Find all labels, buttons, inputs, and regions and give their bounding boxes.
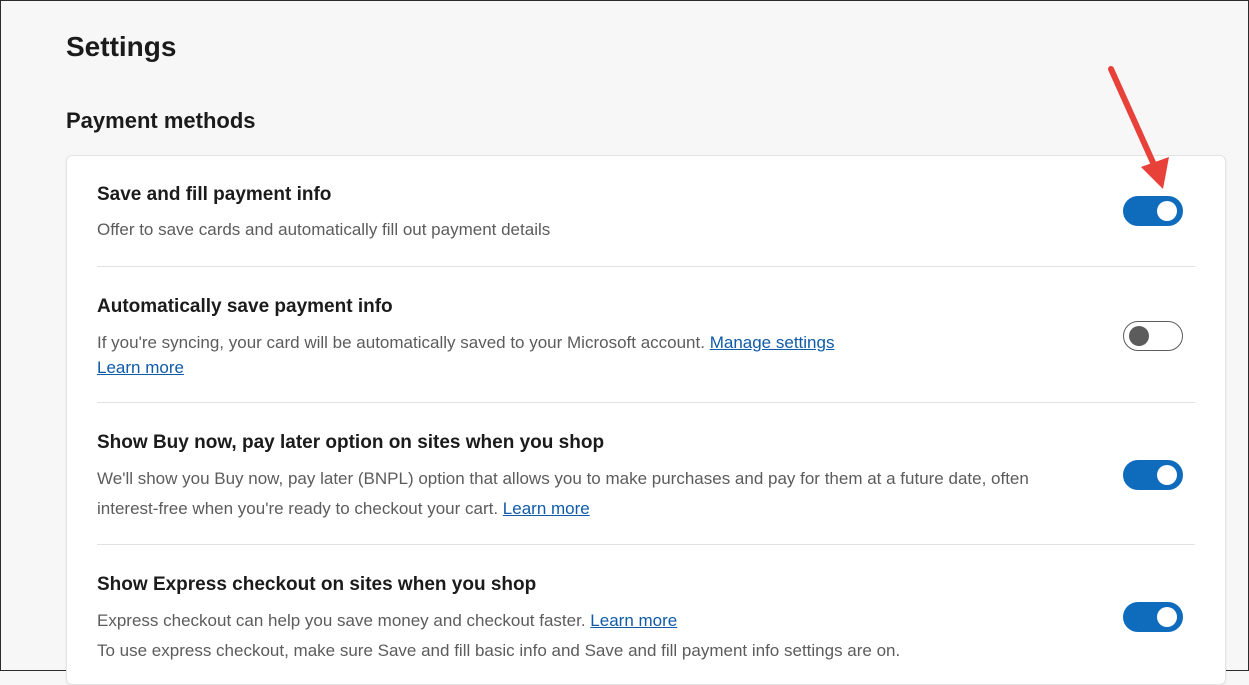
section-title-payment-methods: Payment methods bbox=[66, 108, 256, 133]
toggle-knob bbox=[1157, 607, 1177, 627]
setting-title: Automatically save payment info bbox=[97, 296, 393, 317]
setting-description-line2: Learn more bbox=[97, 353, 1097, 383]
divider bbox=[97, 544, 1195, 545]
divider bbox=[97, 402, 1195, 403]
setting-row-save-and-fill: Save and fill payment info Offer to save… bbox=[97, 184, 1195, 268]
manage-settings-link[interactable]: Manage settings bbox=[710, 333, 835, 352]
save-and-fill-payment-info-toggle[interactable] bbox=[1123, 196, 1183, 226]
page-title: Settings bbox=[66, 31, 177, 62]
automatically-save-payment-info-toggle[interactable] bbox=[1123, 321, 1183, 351]
setting-description-text: If you're syncing, your card will be aut… bbox=[97, 333, 705, 352]
setting-description-text: interest-free when you're ready to check… bbox=[97, 499, 499, 518]
setting-row-auto-save: Automatically save payment info If you'r… bbox=[97, 296, 1195, 406]
toggle-knob bbox=[1157, 465, 1177, 485]
divider bbox=[97, 266, 1195, 267]
toggle-knob bbox=[1157, 201, 1177, 221]
show-express-checkout-toggle[interactable] bbox=[1123, 602, 1183, 632]
setting-row-bnpl: Show Buy now, pay later option on sites … bbox=[97, 432, 1195, 542]
learn-more-link[interactable]: Learn more bbox=[503, 499, 590, 518]
setting-description: Offer to save cards and automatically fi… bbox=[97, 220, 551, 239]
setting-title: Show Buy now, pay later option on sites … bbox=[97, 432, 605, 453]
setting-description-line1: We'll show you Buy now, pay later (BNPL)… bbox=[97, 469, 1029, 488]
setting-title: Save and fill payment info bbox=[97, 184, 332, 205]
learn-more-link[interactable]: Learn more bbox=[97, 358, 184, 377]
learn-more-link[interactable]: Learn more bbox=[590, 611, 677, 630]
setting-title: Show Express checkout on sites when you … bbox=[97, 574, 537, 595]
setting-description-text: Express checkout can help you save money… bbox=[97, 611, 586, 630]
setting-description-line1: Express checkout can help you save money… bbox=[97, 606, 1097, 636]
toggle-knob bbox=[1129, 326, 1149, 346]
show-bnpl-toggle[interactable] bbox=[1123, 460, 1183, 490]
setting-row-express-checkout: Show Express checkout on sites when you … bbox=[97, 574, 1195, 684]
setting-description-line2: To use express checkout, make sure Save … bbox=[97, 641, 901, 660]
payment-methods-card: Save and fill payment info Offer to save… bbox=[66, 155, 1226, 685]
setting-description-line2: interest-free when you're ready to check… bbox=[97, 494, 1097, 524]
